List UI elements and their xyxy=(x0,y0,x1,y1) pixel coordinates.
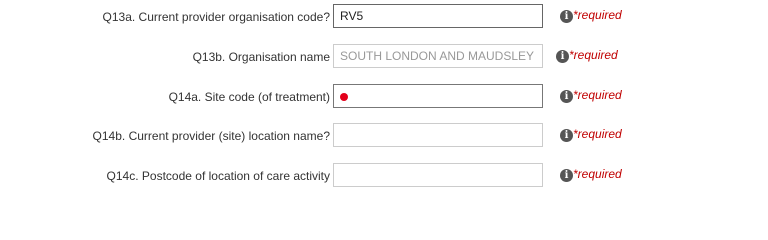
info-icon[interactable]: i xyxy=(560,169,573,182)
row-q13a: Q13a. Current provider organisation code… xyxy=(0,2,768,32)
provider-details-form: Q13a. Current provider organisation code… xyxy=(0,0,768,200)
required-label: *required xyxy=(569,48,618,62)
label-q13b: Q13b. Organisation name xyxy=(192,50,330,64)
site-code-input[interactable] xyxy=(333,84,543,108)
label-q13a: Q13a. Current provider organisation code… xyxy=(102,10,330,24)
info-icon[interactable]: i xyxy=(560,10,573,23)
info-icon[interactable]: i xyxy=(556,50,569,63)
required-label: *required xyxy=(573,167,622,181)
row-q13b: Q13b. Organisation name i *required xyxy=(0,42,768,72)
postcode-input[interactable] xyxy=(333,163,543,187)
organisation-name-input[interactable] xyxy=(333,44,543,68)
info-icon[interactable]: i xyxy=(560,129,573,142)
info-icon[interactable]: i xyxy=(560,90,573,103)
row-q14c: Q14c. Postcode of location of care activ… xyxy=(0,161,768,191)
required-label: *required xyxy=(573,88,622,102)
row-q14a: Q14a. Site code (of treatment) i *requir… xyxy=(0,82,768,112)
site-location-name-input[interactable] xyxy=(333,123,543,147)
label-q14a: Q14a. Site code (of treatment) xyxy=(168,90,330,104)
provider-org-code-input[interactable] xyxy=(333,4,543,28)
label-q14b: Q14b. Current provider (site) location n… xyxy=(92,129,330,143)
label-q14c: Q14c. Postcode of location of care activ… xyxy=(106,169,330,183)
row-q14b: Q14b. Current provider (site) location n… xyxy=(0,121,768,151)
validation-dot-icon xyxy=(340,93,348,101)
required-label: *required xyxy=(573,127,622,141)
required-label: *required xyxy=(573,8,622,22)
